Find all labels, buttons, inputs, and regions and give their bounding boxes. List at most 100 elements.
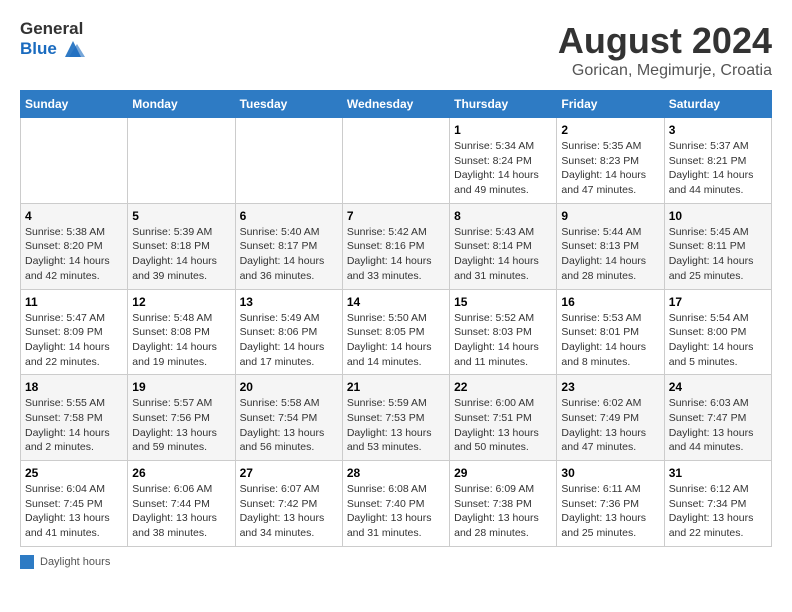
calendar-cell — [128, 118, 235, 204]
day-number: 3 — [669, 123, 767, 137]
day-number: 20 — [240, 380, 338, 394]
day-number: 26 — [132, 466, 230, 480]
calendar-header-friday: Friday — [557, 91, 664, 118]
day-detail: Sunrise: 6:03 AM Sunset: 7:47 PM Dayligh… — [669, 396, 767, 455]
day-detail: Sunrise: 5:58 AM Sunset: 7:54 PM Dayligh… — [240, 396, 338, 455]
calendar-cell: 7 Sunrise: 5:42 AM Sunset: 8:16 PM Daylig… — [342, 203, 449, 289]
calendar-cell: 4 Sunrise: 5:38 AM Sunset: 8:20 PM Daylig… — [21, 203, 128, 289]
day-number: 8 — [454, 209, 552, 223]
calendar-cell: 27 Sunrise: 6:07 AM Sunset: 7:42 PM Dayli… — [235, 461, 342, 547]
calendar-cell: 3 Sunrise: 5:37 AM Sunset: 8:21 PM Daylig… — [664, 118, 771, 204]
day-detail: Sunrise: 5:54 AM Sunset: 8:00 PM Dayligh… — [669, 311, 767, 370]
day-number: 10 — [669, 209, 767, 223]
calendar-week-row: 25Sunrise: 6:04 AM Sunset: 7:45 PM Dayli… — [21, 461, 772, 547]
day-number: 17 — [669, 295, 767, 309]
calendar-cell: 22Sunrise: 6:00 AM Sunset: 7:51 PM Dayli… — [450, 375, 557, 461]
calendar-header-monday: Monday — [128, 91, 235, 118]
day-detail: Sunrise: 6:07 AM Sunset: 7:42 PM Dayligh… — [240, 482, 338, 541]
calendar-cell: 14Sunrise: 5:50 AM Sunset: 8:05 PM Dayli… — [342, 289, 449, 375]
day-number: 23 — [561, 380, 659, 394]
day-detail: Sunrise: 5:48 AM Sunset: 8:08 PM Dayligh… — [132, 311, 230, 370]
day-detail: Sunrise: 6:00 AM Sunset: 7:51 PM Dayligh… — [454, 396, 552, 455]
calendar-cell: 21Sunrise: 5:59 AM Sunset: 7:53 PM Dayli… — [342, 375, 449, 461]
logo: General Blue — [20, 20, 87, 61]
day-number: 5 — [132, 209, 230, 223]
day-detail: Sunrise: 5:52 AM Sunset: 8:03 PM Dayligh… — [454, 311, 552, 370]
calendar-table: SundayMondayTuesdayWednesdayThursdayFrid… — [20, 90, 772, 547]
day-number: 16 — [561, 295, 659, 309]
day-number: 1 — [454, 123, 552, 137]
calendar-cell: 15 Sunrise: 5:52 AM Sunset: 8:03 PM Dayli… — [450, 289, 557, 375]
calendar-cell: 5 Sunrise: 5:39 AM Sunset: 8:18 PM Daylig… — [128, 203, 235, 289]
calendar-cell: 6 Sunrise: 5:40 AM Sunset: 8:17 PM Daylig… — [235, 203, 342, 289]
day-detail: Sunrise: 5:39 AM Sunset: 8:18 PM Dayligh… — [132, 225, 230, 284]
day-number: 4 — [25, 209, 123, 223]
calendar-header-tuesday: Tuesday — [235, 91, 342, 118]
calendar-cell: 26 Sunrise: 6:06 AM Sunset: 7:44 PM Dayli… — [128, 461, 235, 547]
day-number: 7 — [347, 209, 445, 223]
legend: Daylight hours — [20, 555, 772, 569]
day-detail: Sunrise: 5:38 AM Sunset: 8:20 PM Dayligh… — [25, 225, 123, 284]
calendar-cell — [235, 118, 342, 204]
logo-icon — [59, 39, 87, 61]
calendar-cell: 23 Sunrise: 6:02 AM Sunset: 7:49 PM Dayli… — [557, 375, 664, 461]
day-detail: Sunrise: 5:57 AM Sunset: 7:56 PM Dayligh… — [132, 396, 230, 455]
day-number: 9 — [561, 209, 659, 223]
calendar-cell: 24Sunrise: 6:03 AM Sunset: 7:47 PM Dayli… — [664, 375, 771, 461]
calendar-week-row: 18 Sunrise: 5:55 AM Sunset: 7:58 PM Dayli… — [21, 375, 772, 461]
calendar-header-wednesday: Wednesday — [342, 91, 449, 118]
day-number: 27 — [240, 466, 338, 480]
day-number: 11 — [25, 295, 123, 309]
day-detail: Sunrise: 5:44 AM Sunset: 8:13 PM Dayligh… — [561, 225, 659, 284]
calendar-cell — [342, 118, 449, 204]
calendar-cell: 17 Sunrise: 5:54 AM Sunset: 8:00 PM Dayli… — [664, 289, 771, 375]
day-number: 6 — [240, 209, 338, 223]
day-number: 31 — [669, 466, 767, 480]
day-detail: Sunrise: 6:02 AM Sunset: 7:49 PM Dayligh… — [561, 396, 659, 455]
day-number: 2 — [561, 123, 659, 137]
day-number: 25 — [25, 466, 123, 480]
day-detail: Sunrise: 5:35 AM Sunset: 8:23 PM Dayligh… — [561, 139, 659, 198]
calendar-cell: 1Sunrise: 5:34 AM Sunset: 8:24 PM Daylig… — [450, 118, 557, 204]
day-detail: Sunrise: 5:42 AM Sunset: 8:16 PM Dayligh… — [347, 225, 445, 284]
day-detail: Sunrise: 6:06 AM Sunset: 7:44 PM Dayligh… — [132, 482, 230, 541]
calendar-header-sunday: Sunday — [21, 91, 128, 118]
calendar-week-row: 1Sunrise: 5:34 AM Sunset: 8:24 PM Daylig… — [21, 118, 772, 204]
day-number: 12 — [132, 295, 230, 309]
day-number: 30 — [561, 466, 659, 480]
day-detail: Sunrise: 5:55 AM Sunset: 7:58 PM Dayligh… — [25, 396, 123, 455]
logo-general: General — [20, 20, 87, 39]
title-section: August 2024 Gorican, Megimurje, Croatia — [558, 20, 772, 80]
subtitle: Gorican, Megimurje, Croatia — [558, 62, 772, 80]
calendar-cell: 10 Sunrise: 5:45 AM Sunset: 8:11 PM Dayli… — [664, 203, 771, 289]
day-detail: Sunrise: 5:50 AM Sunset: 8:05 PM Dayligh… — [347, 311, 445, 370]
day-detail: Sunrise: 6:08 AM Sunset: 7:40 PM Dayligh… — [347, 482, 445, 541]
calendar-cell: 31Sunrise: 6:12 AM Sunset: 7:34 PM Dayli… — [664, 461, 771, 547]
legend-label: Daylight hours — [40, 556, 110, 568]
calendar-cell: 9 Sunrise: 5:44 AM Sunset: 8:13 PM Daylig… — [557, 203, 664, 289]
day-detail: Sunrise: 6:11 AM Sunset: 7:36 PM Dayligh… — [561, 482, 659, 541]
day-detail: Sunrise: 5:47 AM Sunset: 8:09 PM Dayligh… — [25, 311, 123, 370]
day-detail: Sunrise: 5:45 AM Sunset: 8:11 PM Dayligh… — [669, 225, 767, 284]
calendar-cell: 28 Sunrise: 6:08 AM Sunset: 7:40 PM Dayli… — [342, 461, 449, 547]
calendar-cell: 11 Sunrise: 5:47 AM Sunset: 8:09 PM Dayli… — [21, 289, 128, 375]
day-detail: Sunrise: 5:59 AM Sunset: 7:53 PM Dayligh… — [347, 396, 445, 455]
calendar-cell: 25Sunrise: 6:04 AM Sunset: 7:45 PM Dayli… — [21, 461, 128, 547]
legend-color — [20, 555, 34, 569]
day-detail: Sunrise: 5:40 AM Sunset: 8:17 PM Dayligh… — [240, 225, 338, 284]
calendar-cell: 8Sunrise: 5:43 AM Sunset: 8:14 PM Daylig… — [450, 203, 557, 289]
calendar-week-row: 4 Sunrise: 5:38 AM Sunset: 8:20 PM Daylig… — [21, 203, 772, 289]
calendar-header-thursday: Thursday — [450, 91, 557, 118]
calendar-header-saturday: Saturday — [664, 91, 771, 118]
day-number: 19 — [132, 380, 230, 394]
day-detail: Sunrise: 5:37 AM Sunset: 8:21 PM Dayligh… — [669, 139, 767, 198]
day-detail: Sunrise: 6:09 AM Sunset: 7:38 PM Dayligh… — [454, 482, 552, 541]
day-number: 15 — [454, 295, 552, 309]
calendar-header-row: SundayMondayTuesdayWednesdayThursdayFrid… — [21, 91, 772, 118]
calendar-cell: 19 Sunrise: 5:57 AM Sunset: 7:56 PM Dayli… — [128, 375, 235, 461]
day-number: 13 — [240, 295, 338, 309]
main-title: August 2024 — [558, 20, 772, 62]
day-number: 28 — [347, 466, 445, 480]
day-number: 18 — [25, 380, 123, 394]
day-number: 29 — [454, 466, 552, 480]
